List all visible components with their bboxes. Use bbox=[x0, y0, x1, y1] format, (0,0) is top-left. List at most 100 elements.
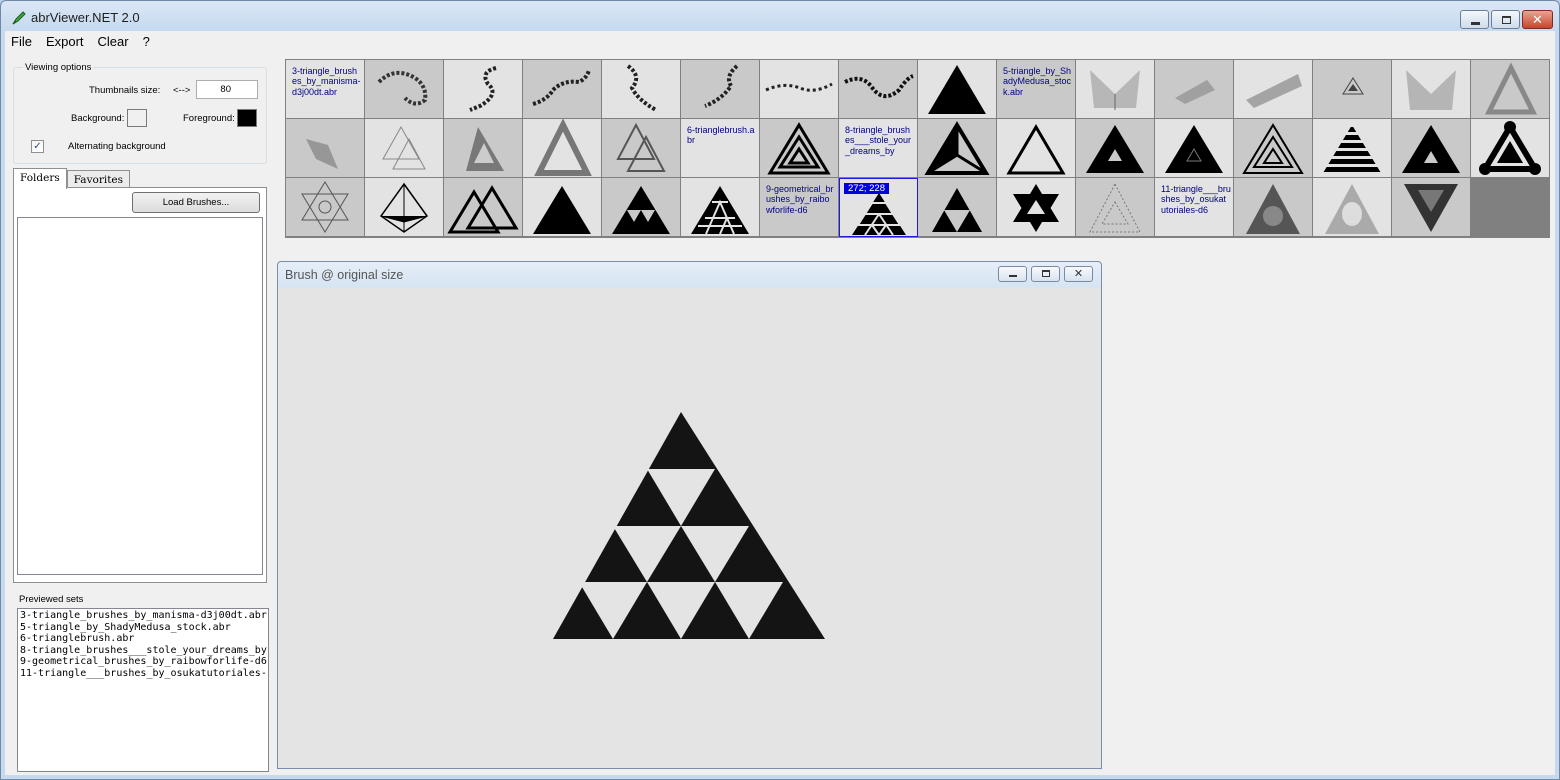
brush-thumbnail[interactable] bbox=[918, 119, 997, 178]
brush-thumbnail[interactable] bbox=[523, 119, 602, 178]
brush-thumbnail[interactable] bbox=[444, 119, 523, 178]
minimize-icon bbox=[1009, 275, 1017, 277]
viewing-options-caption: Viewing options bbox=[23, 62, 94, 73]
brush-thumbnail[interactable] bbox=[523, 60, 602, 119]
maximize-icon bbox=[1042, 270, 1050, 277]
list-item[interactable]: 5-triangle_by_ShadyMedusa_stock.abr bbox=[20, 622, 266, 634]
brush-thumbnail[interactable] bbox=[602, 60, 681, 119]
brush-preview-window: Brush @ original size ✕ bbox=[277, 261, 1102, 769]
brush-set-label-cell[interactable]: 8-triangle_brushes___stole_your_dreams_b… bbox=[839, 119, 918, 178]
menu-help[interactable]: ? bbox=[143, 34, 150, 49]
list-item[interactable]: 8-triangle_brushes___stole_your_dreams_b… bbox=[20, 645, 267, 657]
brush-thumbnail[interactable] bbox=[1155, 60, 1234, 119]
brush-set-label-cell[interactable]: 5-triangle_by_ShadyMedusa_stock.abr bbox=[997, 60, 1076, 119]
close-icon: ✕ bbox=[1073, 268, 1084, 280]
brush-thumbnail[interactable] bbox=[1392, 119, 1471, 178]
brush-thumbnail[interactable] bbox=[523, 178, 602, 237]
menu-clear[interactable]: Clear bbox=[98, 34, 129, 49]
thumbnails-size-label: Thumbnails size: bbox=[89, 85, 161, 96]
brush-set-label-cell[interactable]: 6-trianglebrush.abr bbox=[681, 119, 760, 178]
brush-set-label: 11-triangle___brushes_by_osukatutoriales… bbox=[1161, 184, 1231, 215]
brush-set-label: 6-trianglebrush.abr bbox=[687, 125, 755, 146]
tab-folders[interactable]: Folders bbox=[13, 168, 67, 189]
preview-maximize-button[interactable] bbox=[1031, 266, 1060, 282]
brush-set-label-cell[interactable]: 11-triangle___brushes_by_osukatutoriales… bbox=[1155, 178, 1234, 237]
brush-preview-title: Brush @ original size bbox=[285, 268, 404, 282]
list-item[interactable]: 11-triangle___brushes_by_osukatutoriales… bbox=[20, 668, 267, 680]
brush-set-label-cell[interactable]: 3-triangle_brushes_by_manisma-d3j00dt.ab… bbox=[286, 60, 365, 119]
menu-export[interactable]: Export bbox=[46, 34, 84, 49]
brush-dimensions-label: 272; 228 bbox=[844, 183, 889, 194]
brush-thumbnail[interactable] bbox=[997, 119, 1076, 178]
list-item[interactable]: 9-geometrical_brushes_by_raibowforlife-d… bbox=[20, 656, 267, 668]
brush-thumbnail[interactable] bbox=[365, 60, 444, 119]
brush-thumbnail[interactable] bbox=[1471, 60, 1550, 119]
background-color-swatch[interactable] bbox=[127, 109, 147, 127]
window-title: abrViewer.NET 2.0 bbox=[31, 10, 140, 25]
alternating-background-label: Alternating background bbox=[68, 141, 166, 152]
brush-thumbnail[interactable] bbox=[1313, 60, 1392, 119]
left-tabs: Folders Favorites bbox=[13, 168, 131, 189]
folders-list[interactable] bbox=[17, 217, 263, 575]
brush-thumbnail[interactable] bbox=[365, 178, 444, 237]
brush-thumbnail[interactable] bbox=[681, 178, 760, 237]
brush-thumbnail[interactable] bbox=[681, 60, 760, 119]
brush-thumbnail[interactable] bbox=[1076, 178, 1155, 237]
load-brushes-button[interactable]: Load Brushes... bbox=[132, 192, 260, 213]
maximize-icon bbox=[1502, 16, 1511, 24]
background-label: Background: bbox=[71, 113, 125, 124]
brush-thumbnail[interactable] bbox=[1234, 119, 1313, 178]
foreground-label: Foreground: bbox=[183, 113, 235, 124]
brush-thumbnail[interactable] bbox=[1234, 178, 1313, 237]
previewed-sets-caption: Previewed sets bbox=[19, 594, 84, 605]
brush-thumbnail[interactable] bbox=[602, 119, 681, 178]
brush-set-label: 5-triangle_by_ShadyMedusa_stock.abr bbox=[1003, 66, 1072, 97]
thumbnails-size-arrow: <--> bbox=[173, 85, 191, 96]
brush-thumbnail[interactable] bbox=[365, 119, 444, 178]
sierpinski-triangle-brush bbox=[553, 412, 825, 639]
brush-thumbnail[interactable] bbox=[1076, 119, 1155, 178]
brush-thumbnail[interactable] bbox=[602, 178, 681, 237]
brush-thumbnail[interactable] bbox=[1471, 119, 1550, 178]
foreground-color-swatch[interactable] bbox=[237, 109, 257, 127]
menu-file[interactable]: File bbox=[11, 34, 32, 49]
alternating-background-checkbox[interactable]: ✓ bbox=[31, 140, 44, 153]
brush-thumbnail-grid: 3-triangle_brushes_by_manisma-d3j00dt.ab… bbox=[285, 59, 1550, 238]
maximize-button[interactable] bbox=[1491, 10, 1520, 29]
brush-thumbnail-selected[interactable]: 272; 228 bbox=[839, 178, 918, 237]
brush-thumbnail[interactable] bbox=[1392, 178, 1471, 237]
list-item[interactable]: 6-trianglebrush.abr bbox=[20, 633, 266, 645]
thumbnails-size-input[interactable]: 80 bbox=[196, 80, 258, 99]
brush-thumbnail[interactable] bbox=[918, 60, 997, 119]
brush-thumbnail[interactable] bbox=[286, 178, 365, 237]
minimize-button[interactable] bbox=[1460, 10, 1489, 29]
brush-set-label-cell[interactable]: 9-geometrical_brushes_by_raibowforlife-d… bbox=[760, 178, 839, 237]
brush-thumbnail[interactable] bbox=[997, 178, 1076, 237]
preview-close-button[interactable]: ✕ bbox=[1064, 266, 1093, 282]
brush-thumbnail[interactable] bbox=[760, 60, 839, 119]
brush-thumbnail[interactable] bbox=[918, 178, 997, 237]
close-icon: ✕ bbox=[1532, 12, 1543, 27]
app-window: abrViewer.NET 2.0 ✕ File Export Clear ? … bbox=[0, 0, 1560, 780]
brush-thumbnail[interactable] bbox=[1155, 119, 1234, 178]
brush-thumbnail[interactable] bbox=[444, 60, 523, 119]
brush-set-label: 9-geometrical_brushes_by_raibowforlife-d… bbox=[766, 184, 834, 215]
previewed-sets-list[interactable]: 3-triangle_brushes_by_manisma-d3j00dt.ab… bbox=[17, 608, 269, 772]
brush-thumbnail[interactable] bbox=[444, 178, 523, 237]
brush-set-label: 8-triangle_brushes___stole_your_dreams_b… bbox=[845, 125, 912, 156]
brush-thumbnail[interactable] bbox=[1076, 60, 1155, 119]
preview-minimize-button[interactable] bbox=[998, 266, 1027, 282]
title-bar[interactable]: abrViewer.NET 2.0 ✕ bbox=[1, 1, 1559, 31]
brush-thumbnail[interactable] bbox=[760, 119, 839, 178]
brush-thumbnail[interactable] bbox=[1313, 119, 1392, 178]
close-button[interactable]: ✕ bbox=[1522, 10, 1553, 29]
brush-thumbnail[interactable] bbox=[286, 119, 365, 178]
list-item[interactable]: 3-triangle_brushes_by_manisma-d3j00dt.ab… bbox=[20, 610, 267, 622]
brush-thumbnail[interactable] bbox=[839, 60, 918, 119]
brush-thumbnail[interactable] bbox=[1313, 178, 1392, 237]
brush-thumbnail[interactable] bbox=[1234, 60, 1313, 119]
client-area: Viewing options Thumbnails size: <--> 80… bbox=[5, 51, 1555, 775]
brush-app-icon bbox=[12, 11, 26, 25]
brush-preview-canvas bbox=[278, 288, 1101, 768]
brush-thumbnail[interactable] bbox=[1392, 60, 1471, 119]
